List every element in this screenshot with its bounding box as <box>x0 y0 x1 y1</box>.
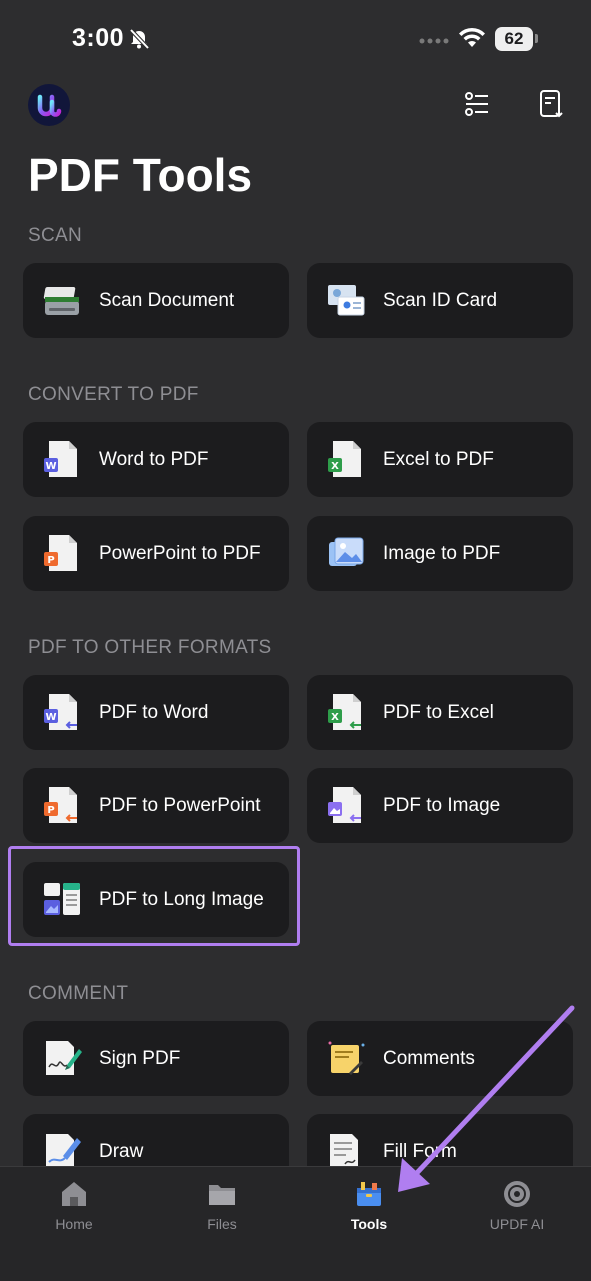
excel-to-pdf-button[interactable]: X Excel to PDF <box>307 422 573 497</box>
updf-logo[interactable] <box>28 84 70 126</box>
pdf-to-powerpoint-icon: P <box>44 787 77 823</box>
comments-button[interactable]: Comments <box>307 1021 573 1096</box>
status-bar: 3:00 62 <box>0 0 591 80</box>
image-to-pdf-label: Image to PDF <box>383 543 501 564</box>
battery-tip <box>535 34 538 43</box>
word-to-pdf-button[interactable]: W Word to PDF <box>23 422 289 497</box>
section-convert: CONVERT TO PDF <box>28 384 199 405</box>
image-to-pdf-button[interactable]: Image to PDF <box>307 516 573 591</box>
section-other-formats: PDF TO OTHER FORMATS <box>28 637 272 658</box>
battery-level: 62 <box>495 27 533 51</box>
tab-tools[interactable]: Tools <box>309 1167 429 1247</box>
pdf-to-word-button[interactable]: W PDF to Word <box>23 675 289 750</box>
svg-text:P: P <box>47 555 54 566</box>
powerpoint-to-pdf-button[interactable]: P PowerPoint to PDF <box>23 516 289 591</box>
highlight-box <box>8 846 300 946</box>
id-card-icon <box>328 285 365 316</box>
scanner-icon <box>43 287 79 315</box>
svg-text:W: W <box>45 712 56 723</box>
excel-doc-icon: X <box>328 441 361 477</box>
sign-pdf-label: Sign PDF <box>99 1048 181 1069</box>
svg-text:X: X <box>331 712 339 723</box>
tab-bar: Home Files Tools UPDF AI <box>0 1166 591 1281</box>
sticky-note-icon <box>328 1041 365 1075</box>
sort-icon[interactable] <box>537 89 567 119</box>
scan-id-card-label: Scan ID Card <box>383 290 498 311</box>
wifi-icon <box>459 27 485 47</box>
pdf-to-image-icon <box>328 787 361 823</box>
pdf-to-excel-label: PDF to Excel <box>383 702 494 723</box>
section-scan: SCAN <box>28 225 82 246</box>
comments-label: Comments <box>383 1048 475 1069</box>
page-title: PDF Tools <box>28 149 253 201</box>
image-icon <box>329 537 364 566</box>
tab-updf-ai-label: UPDF AI <box>489 1216 545 1232</box>
sign-pdf-button[interactable]: Sign PDF <box>23 1021 289 1096</box>
tab-files-label: Files <box>207 1216 237 1232</box>
word-doc-icon: W <box>44 441 77 477</box>
bell-muted-icon <box>129 28 150 50</box>
tab-home[interactable]: Home <box>14 1167 134 1247</box>
app-header <box>0 80 591 140</box>
svg-text:X: X <box>331 461 339 472</box>
pdf-to-powerpoint-label: PDF to PowerPoint <box>99 795 261 816</box>
scan-document-button[interactable]: Scan Document <box>23 263 289 338</box>
excel-to-pdf-label: Excel to PDF <box>383 449 494 470</box>
pdf-to-word-icon: W <box>44 694 77 730</box>
home-icon <box>62 1182 86 1206</box>
pdf-to-image-button[interactable]: PDF to Image <box>307 768 573 843</box>
pdf-to-excel-icon: X <box>328 694 361 730</box>
scan-document-label: Scan Document <box>99 290 235 311</box>
pdf-to-word-label: PDF to Word <box>99 702 209 723</box>
powerpoint-doc-icon: P <box>44 535 77 571</box>
tab-home-label: Home <box>55 1216 93 1232</box>
tab-files[interactable]: Files <box>162 1167 282 1247</box>
signal-icon <box>419 38 449 44</box>
ai-icon <box>504 1181 530 1207</box>
word-to-pdf-label: Word to PDF <box>99 449 209 470</box>
list-view-icon[interactable] <box>462 89 492 119</box>
tab-tools-label: Tools <box>350 1216 388 1232</box>
scan-id-card-button[interactable]: Scan ID Card <box>307 263 573 338</box>
status-time: 3:00 <box>72 24 125 52</box>
svg-text:P: P <box>47 805 54 816</box>
pdf-to-powerpoint-button[interactable]: P PDF to PowerPoint <box>23 768 289 843</box>
updf-logo-icon <box>37 94 62 117</box>
pdf-to-image-label: PDF to Image <box>383 795 501 816</box>
section-comment: COMMENT <box>28 983 129 1004</box>
folder-icon <box>209 1185 235 1205</box>
svg-text:W: W <box>45 461 56 472</box>
tab-updf-ai[interactable]: UPDF AI <box>457 1167 577 1247</box>
powerpoint-to-pdf-label: PowerPoint to PDF <box>99 543 261 564</box>
pdf-to-excel-button[interactable]: X PDF to Excel <box>307 675 573 750</box>
signature-icon <box>46 1041 82 1075</box>
toolbox-icon <box>357 1182 381 1206</box>
